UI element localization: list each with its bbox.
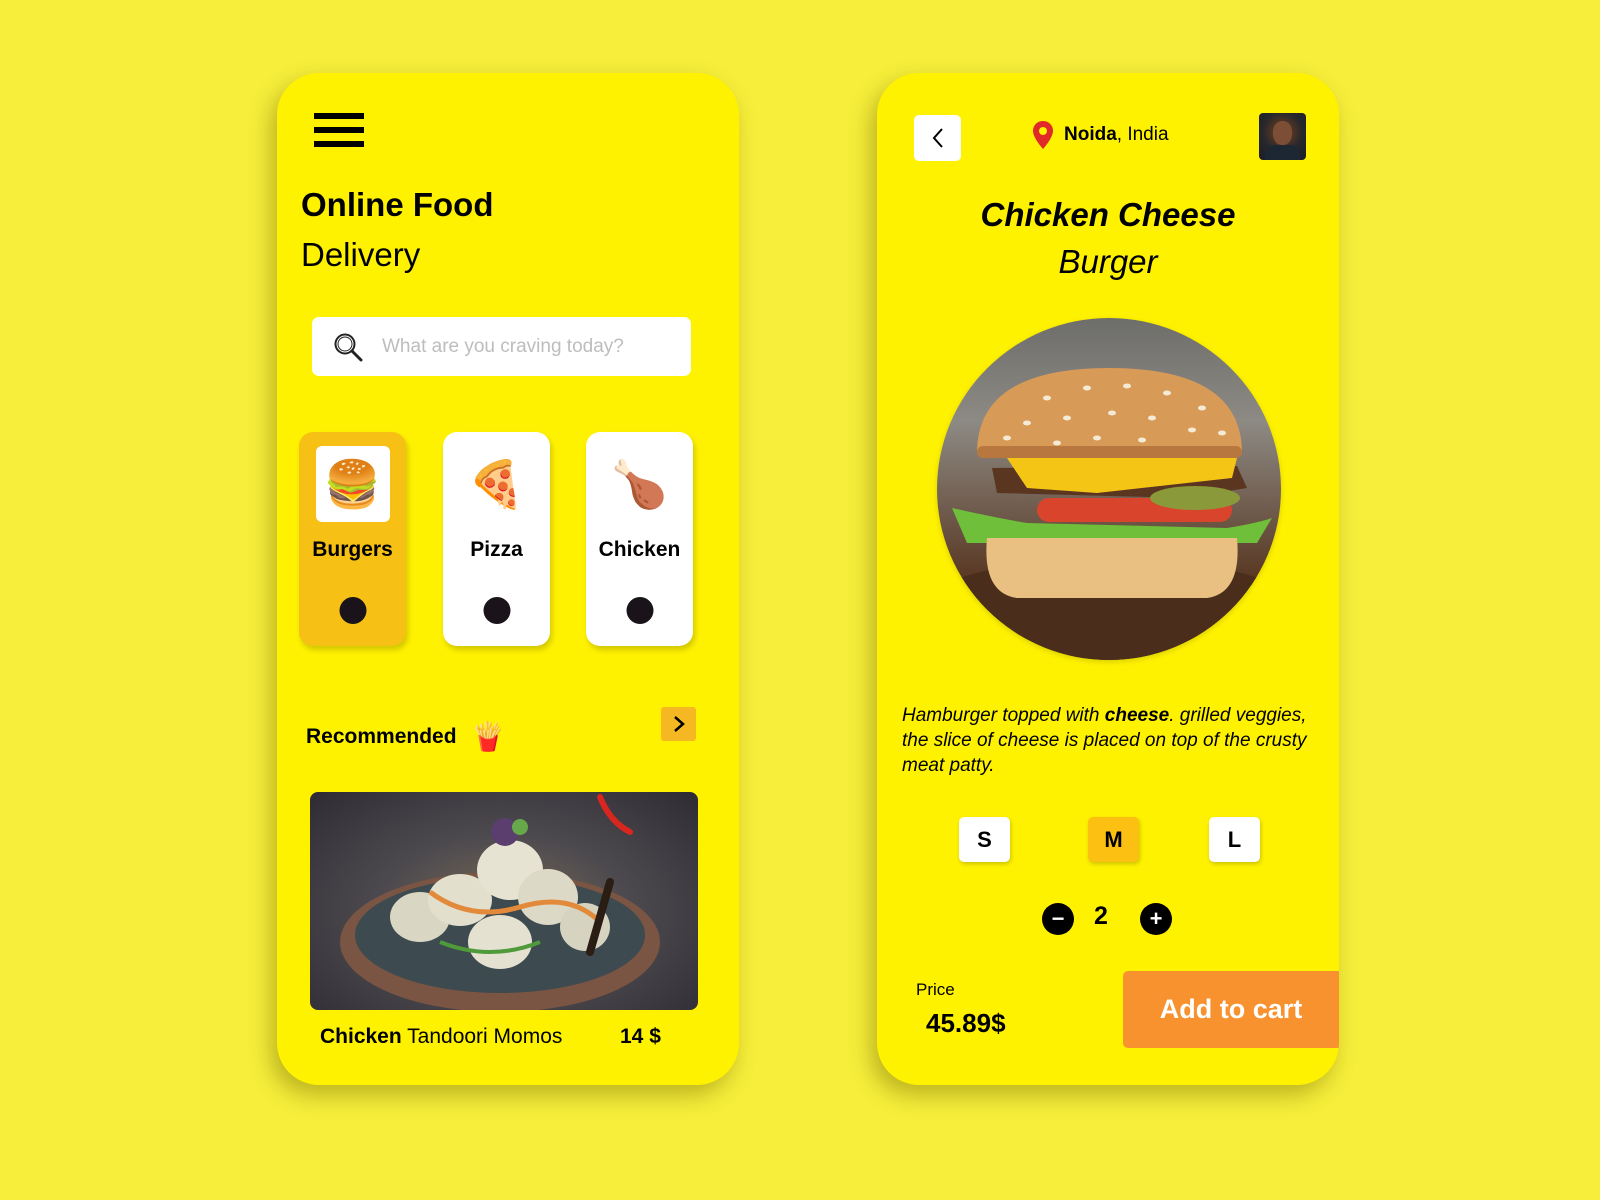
size-medium-button[interactable]: M — [1088, 817, 1139, 862]
back-button[interactable] — [914, 115, 961, 161]
product-title: Chicken Cheese — [980, 196, 1236, 233]
location-pin-icon — [1033, 121, 1053, 149]
page-subtitle: Delivery — [301, 236, 421, 273]
page-title: Online Food — [301, 186, 494, 223]
product-detail-screen: Noida, India Chicken Cheese Burger Hambu… — [877, 73, 1339, 1085]
quantity-value: 2 — [1094, 902, 1108, 930]
size-large-button[interactable]: L — [1209, 817, 1260, 862]
category-dot — [483, 597, 510, 624]
avatar[interactable] — [1259, 113, 1306, 160]
category-chicken[interactable]: 🍗 Chicken — [586, 432, 693, 646]
burger-icon: 🍔 — [315, 446, 390, 522]
pizza-icon: 🍕 — [467, 457, 526, 510]
recommended-heading: Recommended 🍟 — [306, 720, 505, 753]
price-label: Price — [916, 980, 955, 999]
plus-icon: + — [1149, 906, 1163, 931]
recommended-dish-image[interactable] — [310, 792, 698, 1010]
category-label: Pizza — [470, 538, 523, 561]
category-burgers[interactable]: 🍔 Burgers — [299, 432, 406, 646]
recommended-label: Recommended — [306, 724, 457, 748]
search-bar — [312, 317, 691, 376]
momos-illustration — [340, 794, 660, 1010]
size-small-button[interactable]: S — [959, 817, 1010, 862]
category-label: Chicken — [598, 538, 681, 561]
home-screen: Online Food Delivery 🍔 Burgers 🍕 Pizza 🍗… — [277, 73, 739, 1085]
decrease-quantity-button[interactable]: − — [1042, 903, 1074, 935]
product-image — [937, 318, 1281, 660]
search-icon — [334, 333, 363, 361]
price-value: 45.89$ — [926, 1008, 1006, 1038]
category-dot — [626, 597, 653, 624]
recommended-dish-name[interactable]: Chicken Tandoori Momos — [320, 1025, 562, 1049]
recommended-dish-price: 14 $ — [620, 1025, 661, 1048]
chevron-left-icon — [932, 128, 943, 148]
location-city: Noida — [1064, 124, 1117, 145]
chevron-right-icon — [673, 716, 685, 732]
product-description: Hamburger topped with cheese. grilled ve… — [902, 705, 1307, 776]
product-subtitle: Burger — [1058, 243, 1158, 280]
category-label: Burgers — [312, 538, 393, 561]
minus-icon: − — [1051, 906, 1065, 931]
category-dot — [339, 597, 366, 624]
add-to-cart-button[interactable]: Add to cart — [1123, 971, 1339, 1048]
fries-icon: 🍟 — [470, 721, 506, 752]
recommended-next-button[interactable] — [661, 707, 696, 741]
increase-quantity-button[interactable]: + — [1140, 903, 1172, 935]
chicken-icon: 🍗 — [610, 457, 669, 510]
menu-icon[interactable] — [314, 113, 364, 147]
location-selector[interactable]: Noida, India — [1032, 120, 1169, 150]
location-country: , India — [1116, 124, 1169, 145]
search-input[interactable] — [380, 334, 674, 359]
category-pizza[interactable]: 🍕 Pizza — [443, 432, 550, 646]
burger-illustration — [937, 368, 1281, 660]
